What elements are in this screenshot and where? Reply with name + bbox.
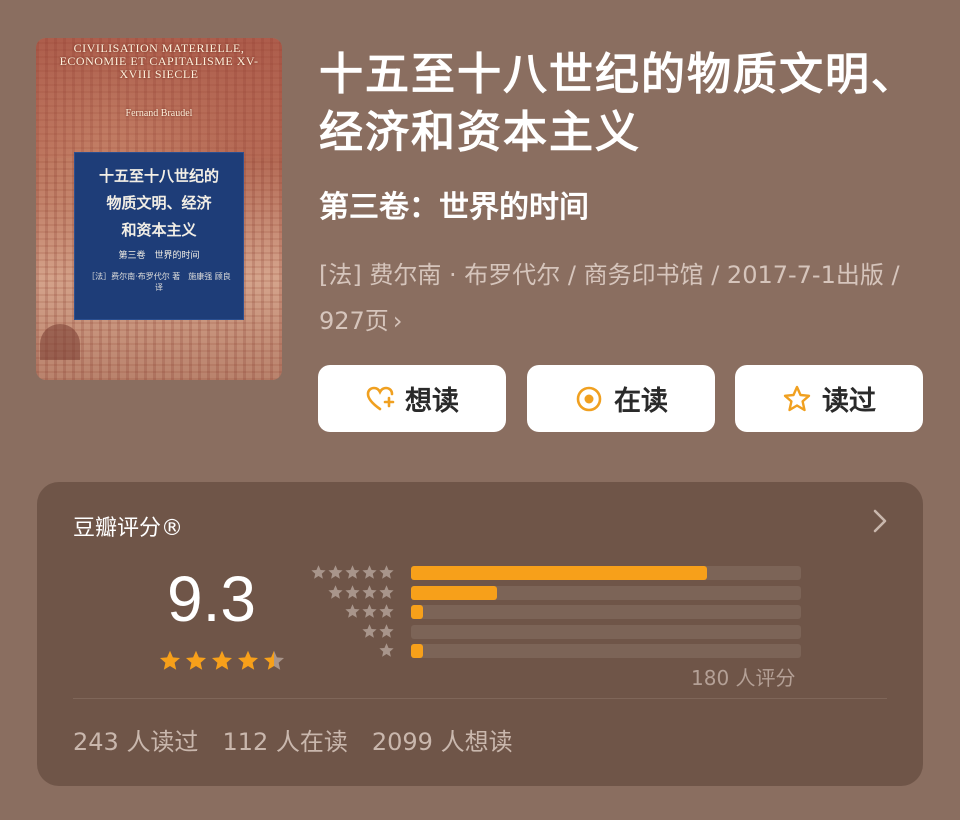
have-read-button[interactable]: 读过 <box>735 365 923 432</box>
small-star-icon <box>362 565 377 579</box>
heart-plus-icon <box>366 386 395 410</box>
distribution-stars <box>310 564 395 581</box>
small-star-icon <box>328 565 343 579</box>
distribution-bar-track <box>411 644 801 658</box>
star-icon <box>264 650 284 670</box>
distribution-row-2-star <box>311 623 811 643</box>
star-icon <box>186 650 206 670</box>
star-icon <box>212 650 232 670</box>
distribution-row-5-star <box>311 564 811 584</box>
distribution-stars <box>327 584 395 601</box>
small-star-icon <box>345 604 360 618</box>
cover-english-author: Fernand Braudel <box>125 108 193 119</box>
distribution-row-1-star <box>311 642 811 662</box>
distribution-bar-fill <box>411 605 424 619</box>
reading-label: 在读 <box>614 386 668 417</box>
chevron-right-icon: › <box>392 307 403 335</box>
small-star-icon <box>379 565 394 579</box>
distribution-bar-fill <box>411 566 708 580</box>
rating-card[interactable]: 豆瓣评分® 9.3 180 人评分 243 人读过 112 人在读 2099 人… <box>37 482 923 786</box>
small-star-icon <box>362 604 377 618</box>
distribution-stars <box>378 642 395 659</box>
small-star-icon <box>362 584 377 599</box>
cover-volume: 第三卷 世界的时间 <box>118 251 200 261</box>
distribution-row-3-star <box>311 603 811 623</box>
book-meta-text: [法] 费尔南 · 布罗代尔 / 商务印书馆 / 2017-7-1出版 / 92… <box>319 261 900 335</box>
chevron-right-icon[interactable] <box>871 508 889 534</box>
reading-button[interactable]: 在读 <box>527 365 715 432</box>
distribution-bar-track <box>411 605 801 619</box>
rating-score: 9.3 <box>167 563 256 635</box>
cover-title-line: 和资本主义 <box>121 221 197 239</box>
book-cover-image[interactable]: CIVILISATION MATERIELLE, ECONOMIE ET CAP… <box>36 38 282 380</box>
small-star-icon <box>362 623 377 638</box>
small-star-icon <box>379 604 394 618</box>
star-icon <box>238 650 258 670</box>
cover-english-title: CIVILISATION MATERIELLE, ECONOMIE ET CAP… <box>59 41 259 81</box>
distribution-bar-fill <box>411 585 497 600</box>
small-star-icon <box>311 565 326 579</box>
distribution-bar-track <box>411 624 801 639</box>
small-star-icon <box>345 584 360 599</box>
small-star-icon <box>379 643 394 657</box>
rating-title: 豆瓣评分® <box>73 516 184 541</box>
book-subtitle: 第三卷：世界的时间 <box>319 190 589 225</box>
book-detail-page: CIVILISATION MATERIELLE, ECONOMIE ET CAP… <box>0 0 960 820</box>
cover-chinese-title: 十五至十八世纪的 物质文明、经济 和资本主义 <box>83 163 235 244</box>
cover-title-label: 十五至十八世纪的 物质文明、经济 和资本主义 第三卷 世界的时间 ［法］费尔南·… <box>74 152 244 320</box>
distribution-bar-track <box>411 585 801 600</box>
cover-title-line: 物质文明、经济 <box>106 194 212 212</box>
small-star-icon <box>379 623 394 638</box>
distribution-bar-track <box>411 566 801 580</box>
cover-authors: ［法］费尔南·布罗代尔 著 施康强 顾良 译 <box>87 272 231 292</box>
rating-count: 180 人评分 <box>691 666 796 690</box>
small-star-icon <box>328 584 343 599</box>
circle-dot-icon <box>576 386 602 411</box>
have-read-label: 读过 <box>822 386 876 417</box>
book-title: 十五至十八世纪的物质文明、经济和资本主义 <box>319 49 917 158</box>
reading-stats: 243 人读过 112 人在读 2099 人想读 <box>73 722 513 757</box>
rating-stars <box>158 649 286 673</box>
distribution-stars <box>344 603 395 620</box>
cover-title-line: 十五至十八世纪的 <box>98 167 219 185</box>
distribution-stars <box>361 623 395 640</box>
stat-read: 243 人读过 <box>73 728 199 756</box>
want-to-read-label: 想读 <box>405 386 459 417</box>
cover-dome <box>40 324 80 360</box>
star-icon <box>160 650 180 670</box>
want-to-read-button[interactable]: 想读 <box>318 365 506 432</box>
star-outline-icon <box>783 385 811 411</box>
book-meta-link[interactable]: [法] 费尔南 · 布罗代尔 / 商务印书馆 / 2017-7-1出版 / 92… <box>319 252 929 344</box>
small-star-icon <box>379 584 394 599</box>
small-star-icon <box>345 565 360 579</box>
card-divider <box>73 698 887 699</box>
stat-want: 2099 人想读 <box>371 728 513 756</box>
stat-reading: 112 人在读 <box>222 728 348 756</box>
distribution-bar-fill <box>411 644 424 658</box>
distribution-row-4-star <box>311 584 811 604</box>
